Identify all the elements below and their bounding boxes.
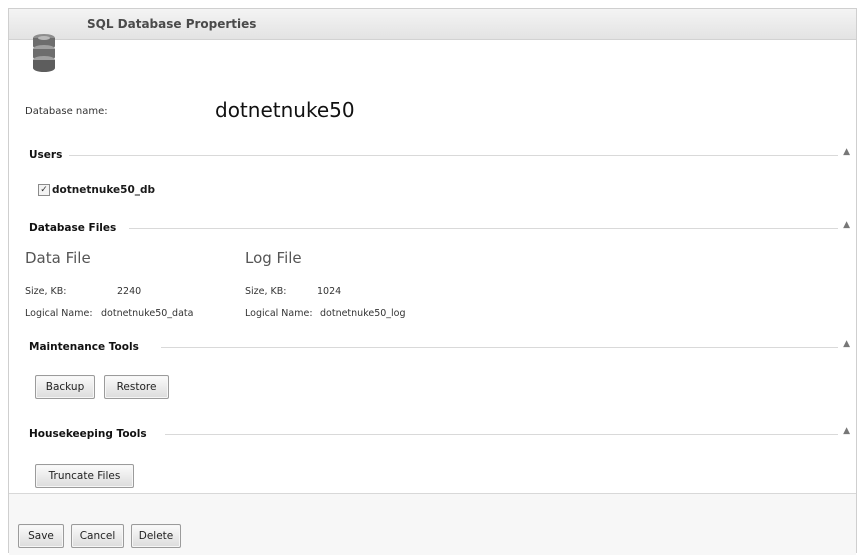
save-button[interactable]: Save [18,524,64,548]
backup-button[interactable]: Backup [35,375,95,399]
log-file-heading: Log File [245,249,302,267]
data-size-label: Size, KB: [25,286,67,297]
housekeeping-section-header[interactable]: Housekeeping Tools ▲ [29,426,856,442]
database-files-section-header[interactable]: Database Files ▲ [29,220,856,236]
user-name: dotnetnuke50_db [52,184,156,196]
section-divider [69,155,838,156]
maintenance-section-title: Maintenance Tools [29,341,143,353]
data-file-heading: Data File [25,249,91,267]
data-logical-value: dotnetnuke50_data [101,308,194,319]
log-size-value: 1024 [317,286,342,297]
delete-button[interactable]: Delete [131,524,181,548]
chevron-up-icon[interactable]: ▲ [843,426,850,436]
log-logical-value: dotnetnuke50_log [320,308,406,319]
chevron-up-icon[interactable]: ▲ [843,220,850,230]
database-name-label: Database name: [25,106,108,117]
section-divider [165,434,838,435]
chevron-up-icon[interactable]: ▲ [843,339,850,349]
data-size-value: 2240 [117,286,142,297]
housekeeping-section-title: Housekeeping Tools [29,428,151,440]
user-checkbox[interactable]: ✓ [38,184,50,196]
chevron-up-icon[interactable]: ▲ [843,147,850,157]
log-logical-label: Logical Name: [245,308,313,319]
users-section-header[interactable]: Users ▲ [29,147,856,163]
database-name-value: dotnetnuke50 [215,98,355,122]
cancel-button[interactable]: Cancel [71,524,124,548]
properties-window: SQL Database Properties Database name: d… [8,8,857,555]
dialog-footer: Save Cancel Delete [9,493,856,555]
title-bar: SQL Database Properties [9,9,856,40]
truncate-files-button[interactable]: Truncate Files [35,464,134,488]
log-size-label: Size, KB: [245,286,287,297]
database-files-section-title: Database Files [29,222,121,234]
data-logical-label: Logical Name: [25,308,93,319]
users-section-title: Users [29,149,67,161]
restore-button[interactable]: Restore [104,375,169,399]
maintenance-section-header[interactable]: Maintenance Tools ▲ [29,339,856,355]
section-divider [161,347,838,348]
section-divider [129,228,838,229]
window-title: SQL Database Properties [87,17,257,31]
database-icon [33,34,55,72]
